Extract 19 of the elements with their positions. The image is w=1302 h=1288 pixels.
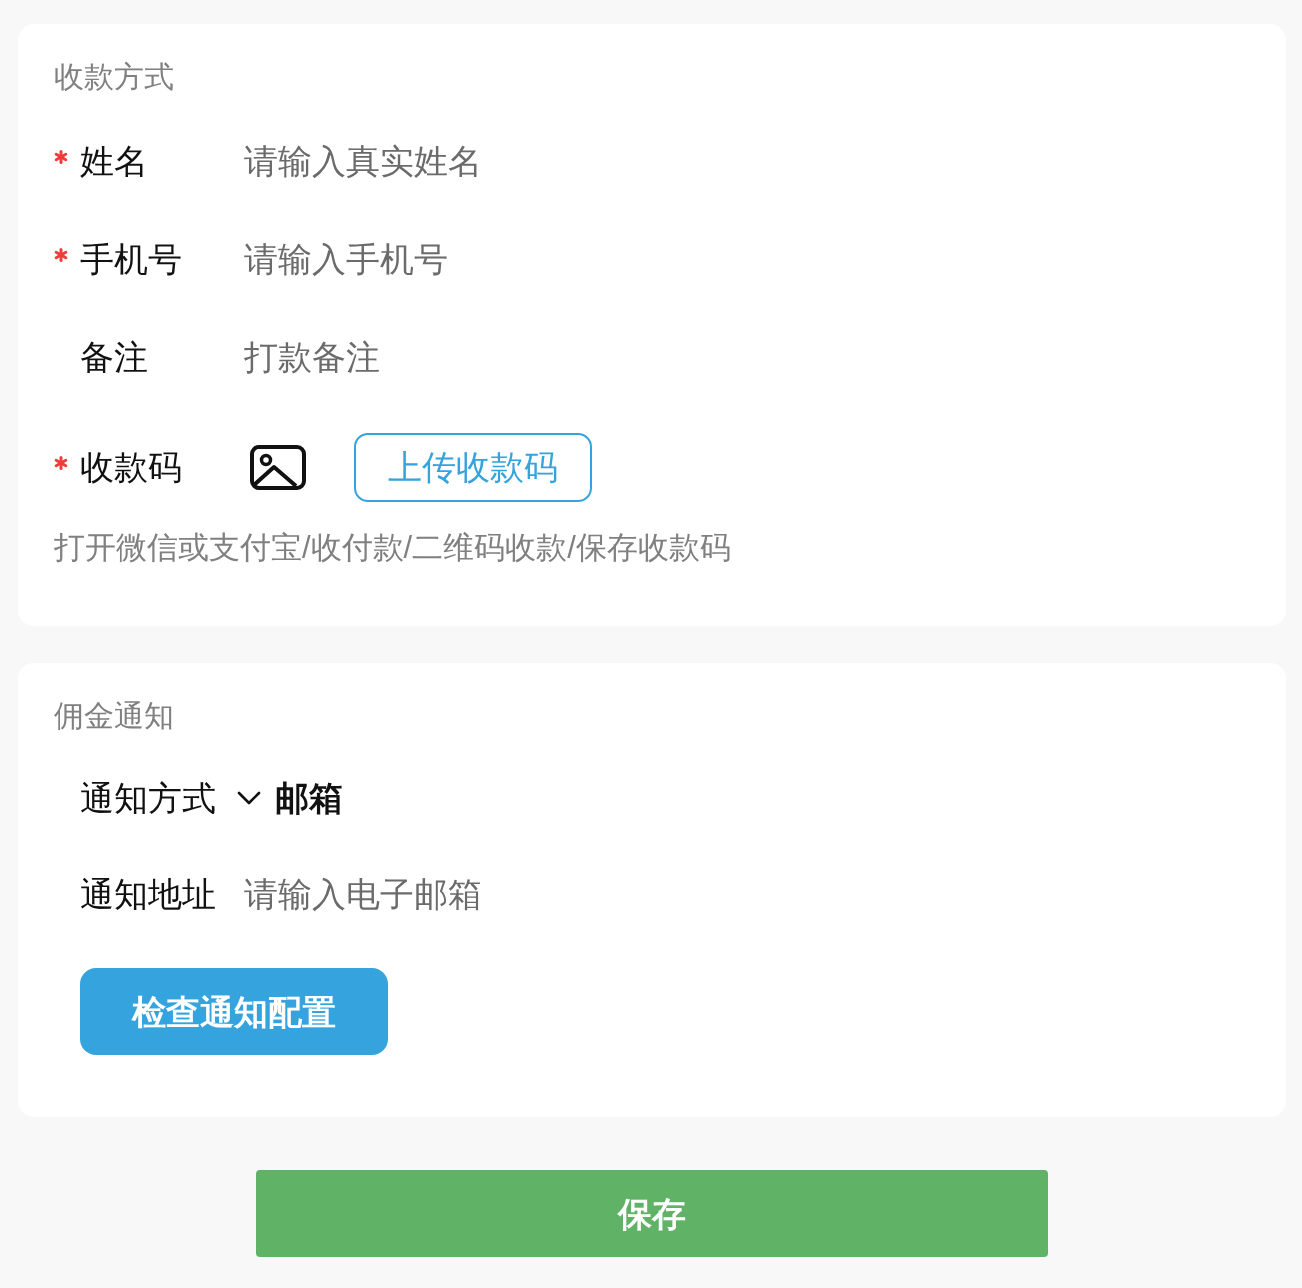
field-label: 通知地址 <box>80 874 217 915</box>
check-config-button[interactable]: 检查通知配置 <box>80 968 388 1055</box>
field-label: 手机号 <box>80 239 183 280</box>
field-label: 收款码 <box>80 447 183 488</box>
image-icon <box>250 444 306 490</box>
field-label: 通知方式 <box>80 778 217 819</box>
input-field[interactable]: 请输入手机号 <box>244 235 1246 283</box>
upload-button[interactable]: 上传收款码 <box>354 432 592 502</box>
hint-text: 打开微信或支付宝/收付款/二维码收款/保存收款码 <box>54 529 732 567</box>
input-field[interactable]: 请输入真实姓名 <box>244 137 1246 185</box>
input-field[interactable]: 请输入电子邮箱 <box>244 870 1246 918</box>
notify-method-select[interactable]: 邮箱 <box>237 774 343 822</box>
field-label: 姓名 <box>80 141 149 182</box>
section-title: 收款方式 <box>54 59 175 95</box>
chevron-down-icon <box>237 791 261 805</box>
input-field[interactable]: 打款备注 <box>244 333 1246 381</box>
section-title: 佣金通知 <box>54 698 175 734</box>
save-button[interactable]: 保存 <box>256 1170 1048 1257</box>
field-label: 备注 <box>80 337 149 378</box>
